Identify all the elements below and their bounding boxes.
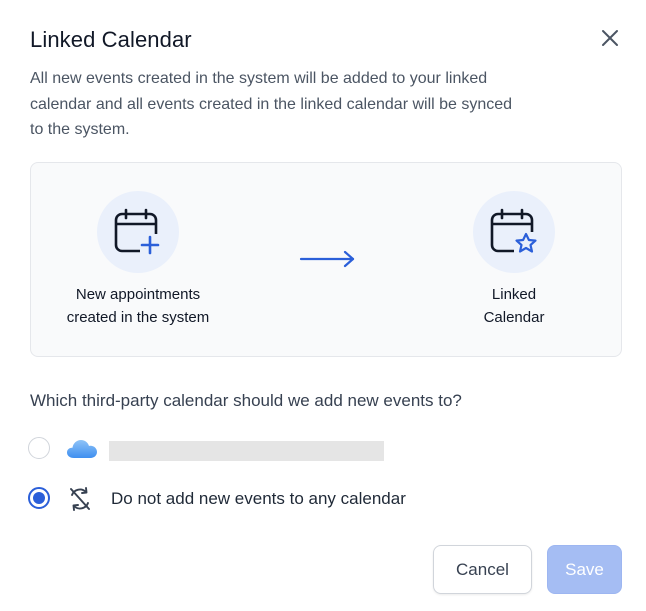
dialog-title: Linked Calendar: [30, 27, 192, 52]
calendar-star-icon: [490, 208, 538, 256]
sync-off-icon: [70, 487, 90, 511]
source-label-line: created in the system: [66, 309, 210, 326]
sync-flow-panel: New appointments created in the system L…: [30, 162, 622, 357]
description-line: All new events created in the system wil…: [30, 70, 488, 87]
cancel-button[interactable]: Cancel: [433, 545, 532, 594]
description-line: calendar and all events created in the l…: [30, 95, 513, 113]
close-icon[interactable]: [598, 26, 622, 50]
source-icon-circle: [97, 191, 179, 273]
target-icon-circle: [473, 191, 555, 273]
source-label: New appointments created in the system: [38, 283, 238, 329]
calendar-plus-icon: [114, 208, 162, 256]
source-label-line: New appointments: [75, 286, 201, 303]
none-radio[interactable]: [28, 487, 50, 509]
description-line: to the system.: [30, 121, 130, 138]
icloud-icon: [67, 440, 97, 458]
save-button[interactable]: Save: [547, 545, 622, 594]
target-label-line: Calendar: [483, 309, 545, 326]
linked-calendar-dialog: Linked Calendar All new events created i…: [0, 0, 646, 611]
dialog-description: All new events created in the system wil…: [30, 66, 590, 143]
icloud-radio[interactable]: [28, 437, 50, 459]
target-label: Linked Calendar: [464, 283, 564, 329]
arrow-right-icon: [299, 250, 355, 268]
calendar-question: Which third-party calendar should we add…: [30, 391, 462, 410]
none-option-label: Do not add new events to any calendar: [111, 489, 406, 508]
redacted-account-name: [109, 441, 384, 461]
target-label-line: Linked: [491, 286, 537, 303]
